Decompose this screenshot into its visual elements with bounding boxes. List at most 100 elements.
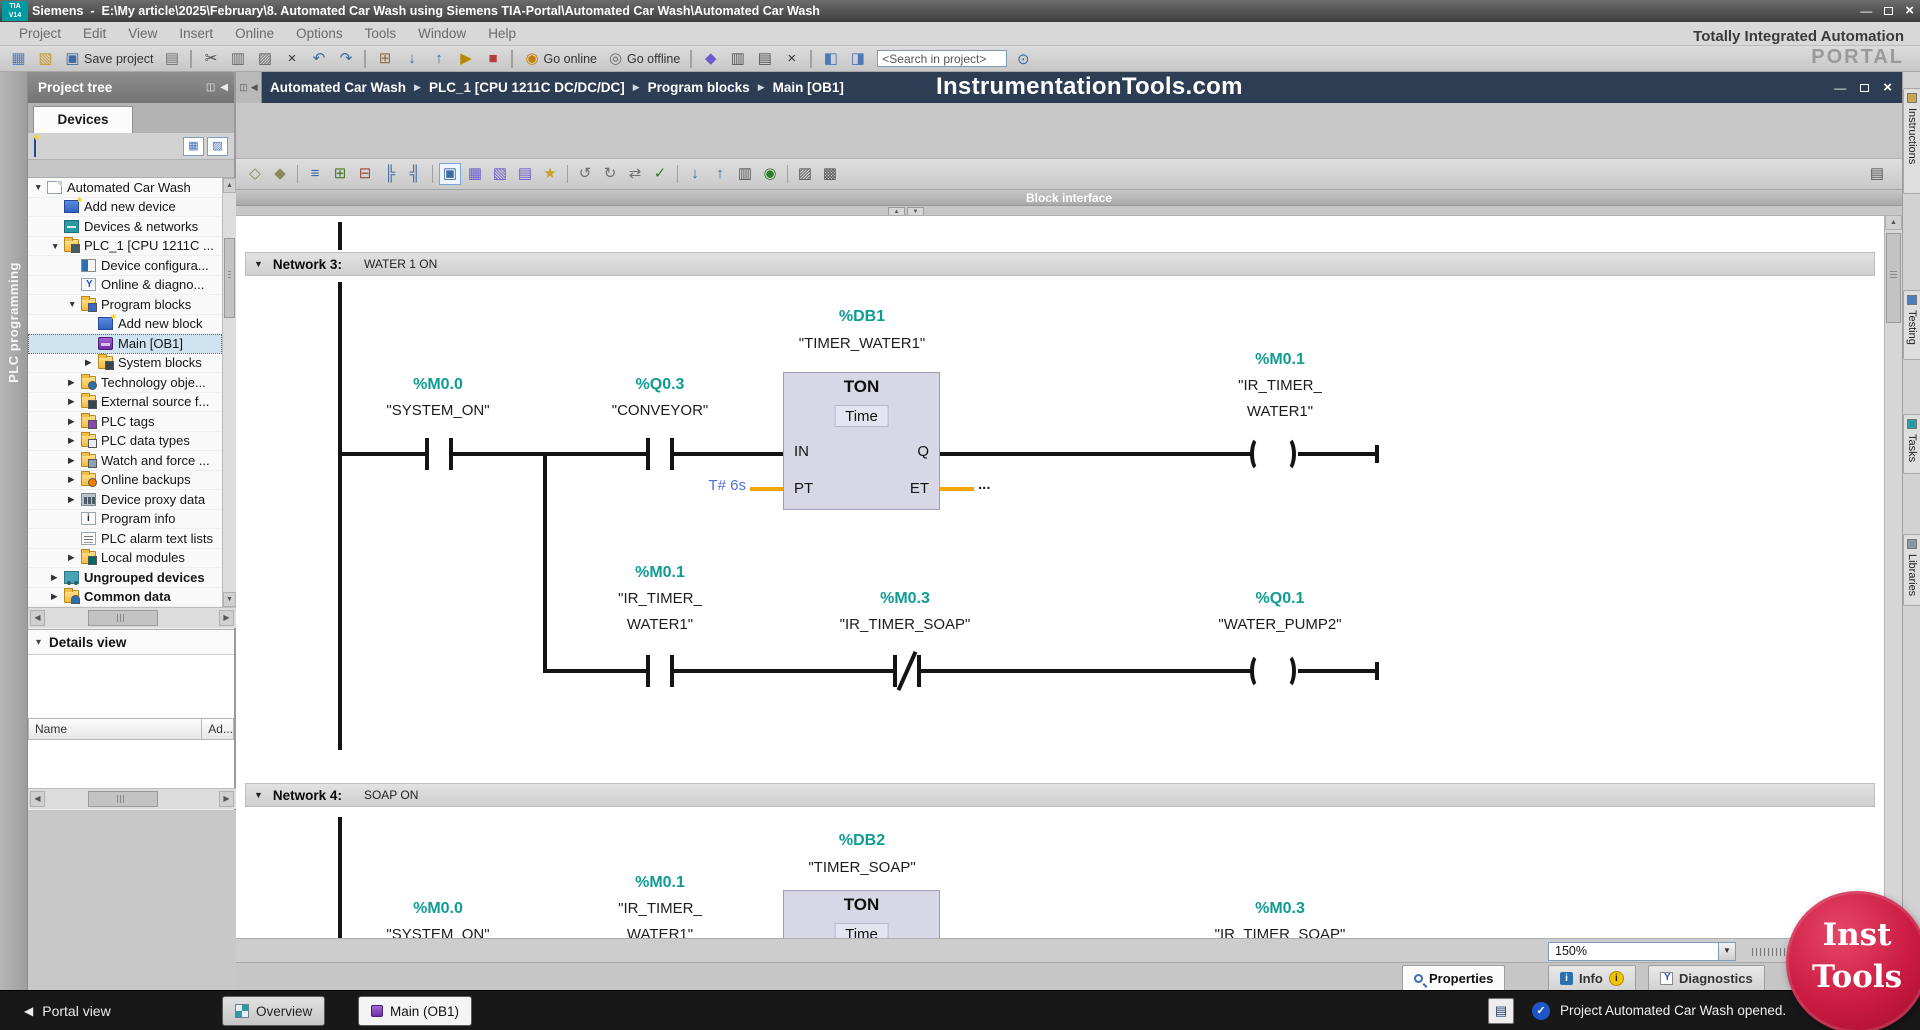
tree-horizontal-scrollbar[interactable]: ◀ ▶ — [28, 607, 236, 628]
scroll-left-icon[interactable]: ◀ — [30, 791, 45, 807]
tab-instructions[interactable]: Instructions — [1903, 88, 1920, 194]
operand-address[interactable]: %M0.0 — [368, 376, 508, 394]
et-output-placeholder[interactable]: ... — [978, 476, 991, 493]
online-diagnostics-icon[interactable]: ◆ — [698, 48, 723, 70]
tab-testing[interactable]: Testing — [1903, 290, 1920, 360]
operand-address[interactable]: %M0.1 — [590, 874, 730, 892]
pin-pt[interactable]: PT — [794, 480, 813, 497]
pin-in[interactable]: IN — [794, 443, 809, 460]
expander-icon[interactable]: ▼ — [34, 182, 47, 192]
go-offline-button[interactable]: ◎Go offline — [603, 48, 684, 70]
column-header-name[interactable]: Name — [28, 718, 202, 740]
expander-icon[interactable]: ▶ — [85, 357, 98, 368]
restore-window-icon[interactable] — [1884, 7, 1893, 15]
tree-item-ungrouped-devices[interactable]: ▶ Ungrouped devices — [28, 568, 222, 588]
scroll-up-icon[interactable]: ▲ — [223, 178, 236, 193]
panel-split-icon[interactable]: ◫ — [206, 72, 215, 103]
menu-item[interactable]: Help — [477, 22, 527, 46]
menu-item[interactable]: Edit — [72, 22, 117, 46]
editor-tool-icon[interactable]: ⊟ — [354, 163, 376, 185]
memory-card-icon[interactable]: ▤ — [1488, 998, 1514, 1024]
tab-info[interactable]: Info — [1548, 965, 1636, 991]
network-collapse-icon[interactable]: ▼ — [254, 790, 263, 800]
tab-devices[interactable]: Devices — [33, 106, 133, 133]
network-4-comment[interactable]: SOAP ON — [364, 788, 418, 802]
scroll-right-icon[interactable]: ▶ — [219, 610, 234, 626]
undo-icon[interactable]: ↶ — [306, 48, 331, 70]
tree-item-add-new-block[interactable]: Add new block — [28, 315, 222, 335]
close-window-icon[interactable]: × — [1905, 1, 1914, 21]
restore-pane-icon[interactable] — [1860, 84, 1869, 92]
operand-name[interactable]: "IR_TIMER_ — [1210, 377, 1350, 394]
editor-tool-icon[interactable]: ↓ — [684, 163, 706, 185]
scrollbar-thumb[interactable] — [88, 610, 158, 626]
scrollbar-thumb[interactable] — [88, 791, 158, 807]
expander-icon[interactable]: ▶ — [68, 455, 81, 466]
redo-icon[interactable]: ↷ — [333, 48, 358, 70]
editor-tool-icon[interactable]: ⊞ — [329, 163, 351, 185]
db-address[interactable]: %DB2 — [782, 832, 942, 850]
receive-alarms-icon[interactable]: ▤ — [752, 48, 777, 70]
tree-item-program-info[interactable]: Program info — [28, 510, 222, 530]
open-branch-icon[interactable]: ╠ — [379, 163, 401, 185]
expander-icon[interactable]: ▶ — [68, 435, 81, 446]
minimize-window-icon[interactable]: — — [1860, 1, 1872, 21]
menu-item[interactable]: View — [117, 22, 168, 46]
lock-icon[interactable]: ▩ — [819, 163, 841, 185]
editor-tool-icon[interactable]: ↺ — [574, 163, 596, 185]
copy-icon[interactable]: ▥ — [225, 48, 250, 70]
favorites-icon[interactable]: ★ — [539, 163, 561, 185]
search-input[interactable] — [877, 50, 1007, 67]
scroll-down-icon[interactable]: ▼ — [223, 592, 236, 607]
ton-timer-block[interactable]: TON Time — [783, 890, 940, 938]
db-address[interactable]: %DB1 — [782, 308, 942, 326]
editor-tool-icon[interactable]: ▨ — [794, 163, 816, 185]
operand-address[interactable]: %M0.0 — [368, 900, 508, 918]
stop-cpu-icon[interactable]: ■ — [480, 48, 505, 70]
expander-icon[interactable]: ▶ — [68, 494, 81, 505]
operand-address[interactable]: %Q0.3 — [590, 376, 730, 394]
tree-item-main-ob1[interactable]: Main [OB1] — [28, 334, 222, 354]
breadcrumb-item[interactable]: PLC_1 [CPU 1211C DC/DC/DC] — [429, 80, 625, 95]
expander-icon[interactable]: ▶ — [51, 591, 64, 602]
no-contact-system-on[interactable] — [425, 438, 453, 470]
compile-icon[interactable]: ⊞ — [372, 48, 397, 70]
go-online-button[interactable]: ◉Go online — [519, 48, 601, 70]
zoom-select[interactable]: 150% ▼ — [1548, 942, 1736, 961]
split-editor-vertical-icon[interactable]: ◨ — [845, 48, 870, 70]
ton-timer-block[interactable]: TON Time IN Q PT ET — [783, 372, 940, 510]
operand-address[interactable]: %M0.1 — [590, 564, 730, 582]
tree-item-technology-objects[interactable]: ▶ Technology obje... — [28, 373, 222, 393]
menu-item[interactable]: Tools — [354, 22, 408, 46]
expander-icon[interactable]: ▶ — [68, 552, 81, 563]
details-view-header[interactable]: ▾ Details view — [28, 629, 234, 655]
editor-tool-icon[interactable]: ▤ — [514, 163, 536, 185]
operand-address[interactable]: %Q0.1 — [1180, 590, 1380, 608]
new-project-icon[interactable]: ▦ — [6, 48, 31, 70]
expander-icon[interactable]: ▶ — [68, 416, 81, 427]
operand-name[interactable]: WATER1" — [1210, 403, 1350, 420]
operand-name[interactable]: WATER1" — [590, 616, 730, 633]
open-project-icon[interactable]: ▧ — [33, 48, 58, 70]
panel-collapse-icons[interactable]: ◫◀ — [236, 72, 262, 103]
tree-item-online-diagnostics[interactable]: Online & diagno... — [28, 276, 222, 296]
tree-item-common-data[interactable]: ▶ Common data — [28, 588, 222, 608]
disconnect-icon[interactable]: × — [779, 48, 804, 70]
tree-item-project[interactable]: ▼ Automated Car Wash — [28, 178, 222, 198]
editor-tool-icon[interactable]: ↑ — [709, 163, 731, 185]
expander-icon[interactable]: ▶ — [68, 396, 81, 407]
menu-item[interactable]: Options — [285, 22, 354, 46]
close-branch-icon[interactable]: ╣ — [404, 163, 426, 185]
details-horizontal-scrollbar[interactable]: ◀ ▶ — [28, 788, 236, 809]
tree-vertical-scrollbar[interactable]: ▲ ▼ — [222, 178, 236, 607]
db-name[interactable]: "TIMER_WATER1" — [762, 335, 962, 352]
scroll-right-icon[interactable]: ▶ — [219, 791, 234, 807]
menu-item[interactable]: Window — [407, 22, 477, 46]
breadcrumb-item[interactable]: Automated Car Wash — [270, 80, 406, 95]
delete-icon[interactable]: × — [279, 48, 304, 70]
expander-icon[interactable]: ▼ — [51, 241, 64, 251]
editor-tool-icon[interactable]: ↻ — [599, 163, 621, 185]
tab-diagnostics[interactable]: Diagnostics — [1648, 965, 1765, 991]
expander-icon[interactable]: ▶ — [68, 377, 81, 388]
cut-icon[interactable]: ✂ — [198, 48, 223, 70]
